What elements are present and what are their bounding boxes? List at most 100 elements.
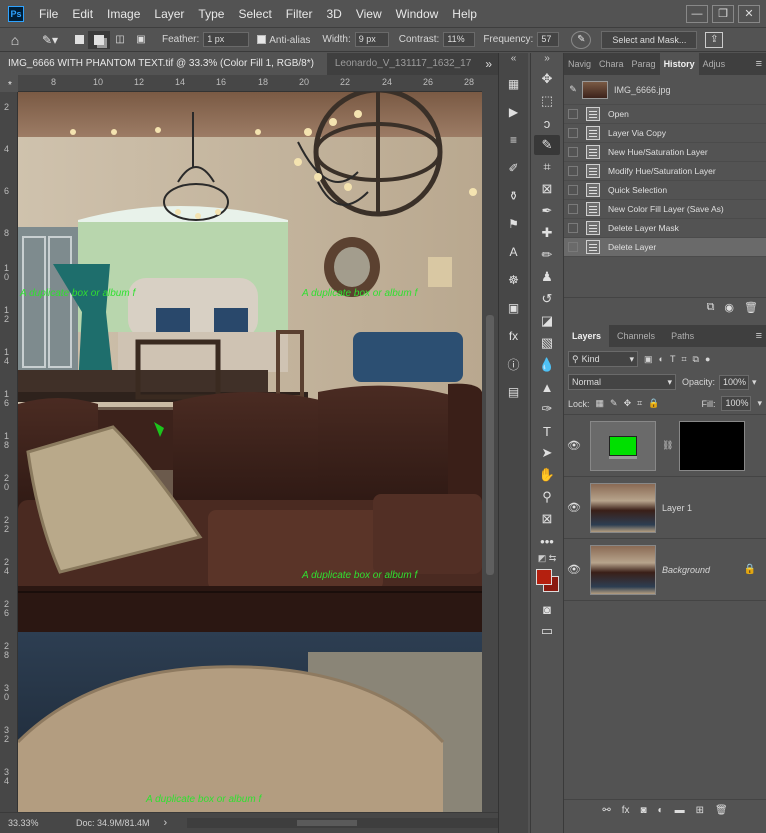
foreground-color[interactable] bbox=[536, 569, 552, 585]
zoom-level[interactable]: 33.33% bbox=[0, 818, 58, 828]
tab-active-document[interactable]: IMG_6666 WITH PHANTOM TEXT.tif @ 33.3% (… bbox=[0, 53, 327, 91]
zoom-tool-icon[interactable]: ⚲ bbox=[534, 487, 560, 507]
tab-history[interactable]: History bbox=[659, 53, 699, 75]
properties-fx-icon[interactable]: fx bbox=[503, 325, 525, 347]
menu-edit[interactable]: Edit bbox=[65, 0, 100, 28]
feather-input[interactable]: 1 px bbox=[203, 32, 250, 47]
tab-paths[interactable]: Paths bbox=[663, 325, 702, 347]
visibility-eye-icon[interactable]: 👁 bbox=[564, 563, 584, 576]
link-layers-icon[interactable]: ⚯ bbox=[602, 805, 610, 816]
eraser-tool-icon[interactable]: ◪ bbox=[534, 311, 560, 331]
delete-state-icon[interactable]: 🗑 bbox=[744, 301, 758, 314]
spot-healing-tool-icon[interactable]: ✚ bbox=[534, 223, 560, 243]
menu-3d[interactable]: 3D bbox=[319, 0, 348, 28]
new-layer-icon[interactable]: ⊞ bbox=[696, 805, 704, 816]
tools-collapse-icon[interactable]: » bbox=[531, 53, 563, 67]
add-selection-icon[interactable] bbox=[88, 30, 110, 49]
subtract-selection-icon[interactable]: ◫ bbox=[110, 34, 130, 45]
vertical-scrollbar[interactable] bbox=[482, 75, 498, 812]
menu-filter[interactable]: Filter bbox=[279, 0, 320, 28]
antialias-checkbox[interactable]: Anti-alias bbox=[257, 34, 310, 46]
history-source-checkbox[interactable] bbox=[568, 223, 578, 233]
history-step-selected[interactable]: Delete Layer bbox=[564, 238, 766, 257]
layers-panel-menu-icon[interactable]: ≡ bbox=[752, 325, 766, 347]
libraries-icon[interactable]: ▣ bbox=[503, 297, 525, 319]
layer-pixel[interactable]: 👁 Layer 1 bbox=[564, 477, 766, 539]
status-menu-arrow-icon[interactable]: › bbox=[164, 817, 168, 829]
layer-name[interactable]: Layer 1 bbox=[662, 503, 692, 513]
screen-mode-icon[interactable]: ▭ bbox=[534, 621, 560, 641]
color-fill-thumbnail[interactable] bbox=[590, 420, 656, 471]
history-panel-icon[interactable]: ▦ bbox=[503, 73, 525, 95]
layer-background[interactable]: 👁 Background 🔒 bbox=[564, 539, 766, 601]
menu-layer[interactable]: Layer bbox=[147, 0, 191, 28]
brush-settings-icon[interactable]: ≡ bbox=[503, 129, 525, 151]
brushes-icon[interactable]: ✐ bbox=[503, 157, 525, 179]
panel-menu-icon[interactable]: ≡ bbox=[752, 53, 766, 75]
history-source-checkbox[interactable] bbox=[568, 185, 578, 195]
visibility-eye-icon[interactable]: 👁 bbox=[564, 439, 584, 452]
layer-thumbnail[interactable] bbox=[590, 482, 656, 533]
layer-filter-kind-select[interactable]: ⚲ Kind ▾ bbox=[568, 351, 638, 367]
filter-smart-object-icon[interactable]: ⧉ bbox=[693, 354, 699, 365]
new-group-icon[interactable]: ▬ bbox=[675, 805, 685, 816]
hand-tool-icon[interactable]: ✋ bbox=[534, 465, 560, 485]
blend-mode-select[interactable]: Normal ▾ bbox=[568, 374, 676, 390]
tool-presets-icon[interactable]: ⚑ bbox=[503, 213, 525, 235]
crop-tool-icon[interactable]: ⌗ bbox=[534, 157, 560, 177]
opacity-input[interactable]: 100% bbox=[719, 374, 750, 390]
layer-name[interactable]: Background bbox=[662, 565, 710, 575]
intersect-selection-icon[interactable]: ▣ bbox=[130, 34, 152, 45]
minimize-button[interactable]: — bbox=[686, 4, 708, 23]
eyedropper-tool-icon[interactable]: ✒ bbox=[534, 201, 560, 221]
add-mask-icon[interactable]: ◙ bbox=[640, 805, 646, 816]
tab-channels[interactable]: Channels bbox=[609, 325, 663, 347]
lock-all-icon[interactable]: 🔒 bbox=[648, 398, 659, 409]
history-step[interactable]: Open bbox=[564, 105, 766, 124]
move-tool-icon[interactable]: ✥ bbox=[534, 69, 560, 89]
actions-play-icon[interactable]: ▶ bbox=[503, 101, 525, 123]
quick-selection-preset-icon[interactable]: ✎▾ bbox=[30, 33, 70, 47]
history-step[interactable]: Delete Layer Mask bbox=[564, 219, 766, 238]
marquee-tool-icon[interactable]: ⬚ bbox=[534, 91, 560, 111]
new-selection-icon[interactable] bbox=[70, 33, 88, 47]
layer-color-fill[interactable]: 👁 ⛓ bbox=[564, 415, 766, 477]
new-adjustment-layer-icon[interactable]: ◐ bbox=[658, 805, 664, 816]
fill-input[interactable]: 100% bbox=[721, 396, 752, 411]
horizontal-scrollbar[interactable] bbox=[187, 818, 498, 828]
history-step[interactable]: Layer Via Copy bbox=[564, 124, 766, 143]
quick-mask-icon[interactable]: ◙ bbox=[534, 599, 560, 619]
chain-link-icon[interactable]: ⛓ bbox=[662, 440, 673, 451]
collapse-strip-icon[interactable]: « bbox=[499, 53, 528, 67]
menu-type[interactable]: Type bbox=[191, 0, 231, 28]
lasso-tool-icon[interactable]: ↄ bbox=[534, 113, 560, 133]
frame-tool-icon[interactable]: ⊠ bbox=[534, 179, 560, 199]
path-selection-tool-icon[interactable]: ➤ bbox=[534, 443, 560, 463]
filter-pixel-icon[interactable]: ▣ bbox=[644, 354, 653, 365]
close-window-button[interactable]: ✕ bbox=[738, 4, 760, 23]
color-swatches-icon[interactable]: ☸ bbox=[503, 269, 525, 291]
history-source-checkbox[interactable] bbox=[568, 242, 578, 252]
home-icon[interactable]: ⌂ bbox=[0, 32, 30, 48]
history-step[interactable]: Modify Hue/Saturation Layer bbox=[564, 162, 766, 181]
history-step[interactable]: New Hue/Saturation Layer bbox=[564, 143, 766, 162]
brush-tool-icon[interactable]: ✏ bbox=[534, 245, 560, 265]
menu-image[interactable]: Image bbox=[100, 0, 147, 28]
document-canvas[interactable]: A duplicate box or album f A duplicate b… bbox=[18, 92, 482, 812]
new-snapshot-icon[interactable]: ◉ bbox=[724, 301, 734, 314]
width-input[interactable]: 9 px bbox=[354, 32, 389, 47]
history-step[interactable]: New Color Fill Layer (Save As) bbox=[564, 200, 766, 219]
select-and-mask-button[interactable]: Select and Mask... bbox=[601, 30, 698, 49]
timeline-icon[interactable]: ▤ bbox=[503, 381, 525, 403]
visibility-eye-icon[interactable]: 👁 bbox=[564, 501, 584, 514]
swap-colors-icon[interactable]: ◩ ⇆ bbox=[531, 553, 563, 567]
tab-character[interactable]: Chara bbox=[595, 53, 628, 75]
lock-icon[interactable]: 🔒 bbox=[744, 564, 756, 575]
quick-selection-tool-icon[interactable]: ✎ bbox=[534, 135, 560, 155]
dodge-tool-icon[interactable]: ▲ bbox=[534, 377, 560, 397]
tab-paragraph[interactable]: Parag bbox=[628, 53, 660, 75]
clone-source-icon[interactable]: ⚱ bbox=[503, 185, 525, 207]
new-document-from-state-icon[interactable]: ⧉ bbox=[707, 301, 715, 314]
contrast-input[interactable]: 11% bbox=[443, 32, 476, 47]
chevron-down-icon[interactable]: ▾ bbox=[757, 398, 762, 409]
